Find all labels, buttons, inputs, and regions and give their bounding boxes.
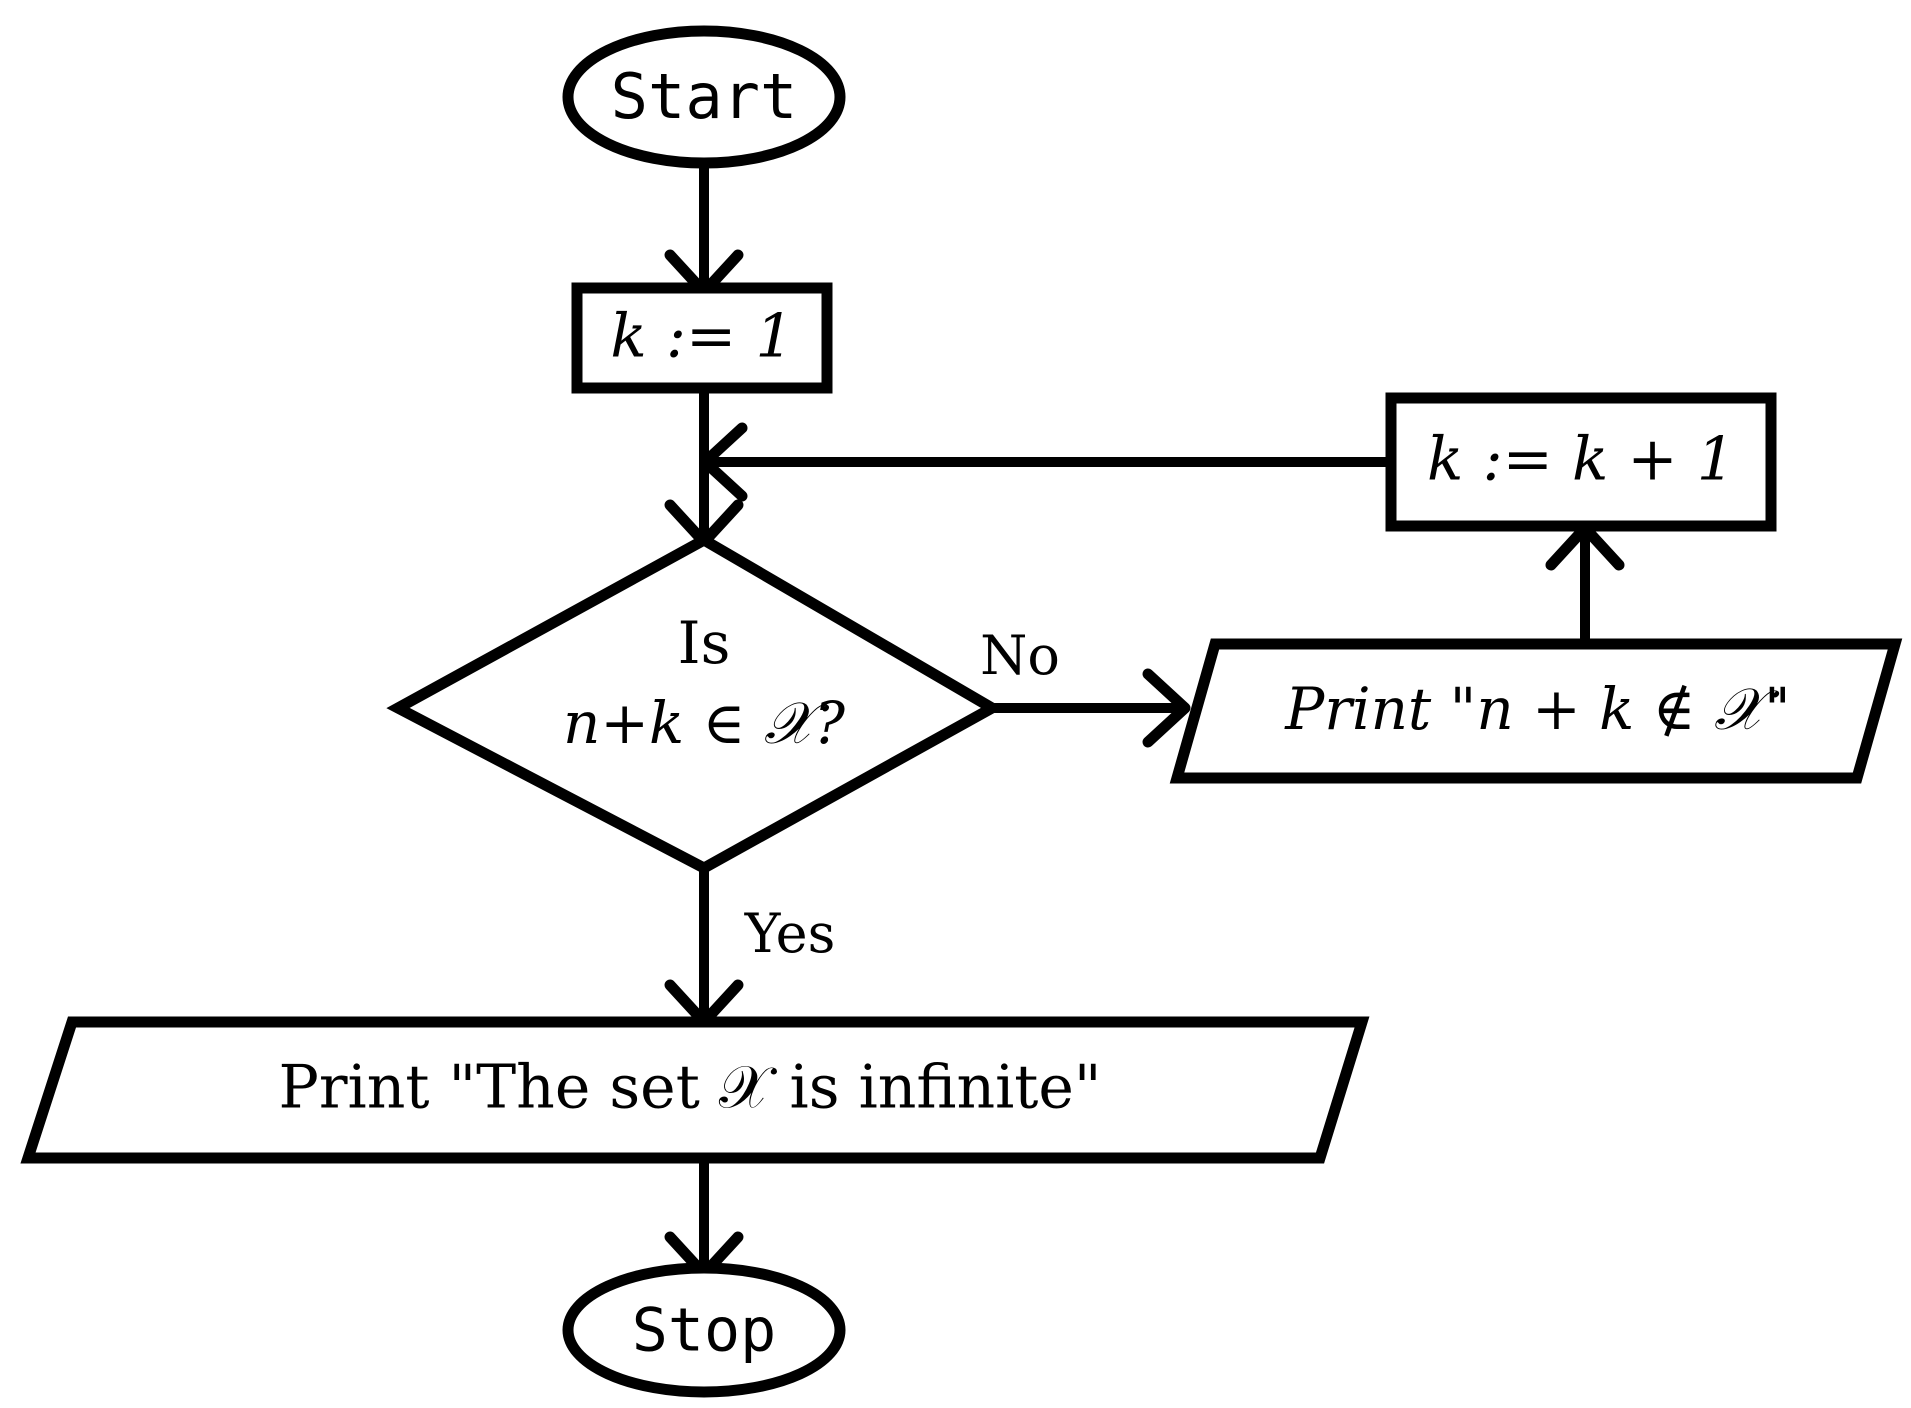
edge-print-infinite-to-stop bbox=[664, 1162, 744, 1280]
decision-label-line2: n+k ∈ 𝒳? bbox=[563, 689, 846, 757]
flowchart-canvas: Start k := 1 Is n+k ∈ 𝒳? No Yes k := k +… bbox=[0, 0, 1911, 1408]
print-not-member-label: Print "n + k ∉ 𝒳" bbox=[1284, 675, 1790, 743]
node-decision[interactable]: Is n+k ∈ 𝒳? bbox=[386, 533, 1004, 875]
print-infinite-label: Print "The set 𝒳 is infinite" bbox=[278, 1053, 1101, 1123]
node-increment[interactable]: k := k + 1 bbox=[1385, 392, 1777, 532]
edge-label-no: No bbox=[980, 624, 1060, 687]
stop-label: Stop bbox=[632, 1296, 777, 1366]
flowchart-svg: Start k := 1 Is n+k ∈ 𝒳? No Yes k := k +… bbox=[20, 25, 1903, 1398]
edge-decision-to-print-infinite bbox=[664, 870, 744, 1028]
node-print-infinite[interactable]: Print "The set 𝒳 is infinite" bbox=[20, 1016, 1370, 1164]
init-label: k := 1 bbox=[610, 302, 793, 372]
node-start[interactable]: Start bbox=[562, 25, 846, 169]
start-label: Start bbox=[611, 60, 798, 133]
node-stop[interactable]: Stop bbox=[562, 1262, 846, 1398]
edge-label-yes: Yes bbox=[744, 902, 836, 965]
edge-increment-to-decision bbox=[699, 422, 1391, 502]
edge-start-to-init bbox=[664, 152, 744, 298]
decision-label-line1: Is bbox=[678, 609, 731, 677]
increment-label: k := k + 1 bbox=[1427, 425, 1735, 495]
edge-print-not-member-to-increment bbox=[1545, 522, 1625, 648]
node-print-not-member[interactable]: Print "n + k ∉ 𝒳" bbox=[1169, 638, 1903, 784]
node-init[interactable]: k := 1 bbox=[571, 282, 833, 394]
